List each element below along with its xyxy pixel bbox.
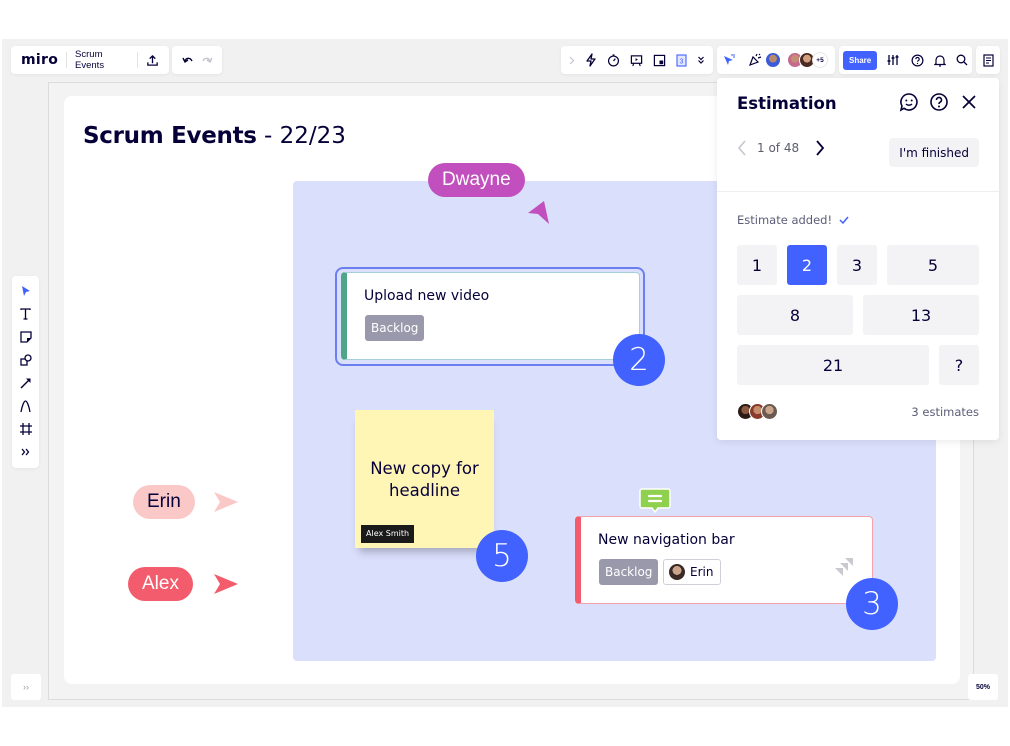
shapes-icon[interactable] <box>19 352 32 368</box>
notes-icon[interactable] <box>982 53 994 67</box>
cursor-label-dwayne: Dwayne <box>428 163 525 197</box>
panel-header-actions <box>899 92 979 112</box>
miro-logo[interactable]: miro <box>21 52 58 68</box>
settings-sliders-icon[interactable] <box>887 54 900 66</box>
collaborators-group: +5 <box>717 46 835 74</box>
chevron-right-icon[interactable] <box>569 56 575 65</box>
redo-icon[interactable] <box>201 55 213 65</box>
board-title-suffix: - 22/23 <box>256 123 346 149</box>
help-icon[interactable] <box>929 92 949 112</box>
estimate-option-3[interactable]: 3 <box>837 245 877 285</box>
undo-redo-group <box>172 46 222 74</box>
estimate-option-5[interactable]: 5 <box>887 245 979 285</box>
celebrate-icon[interactable] <box>748 53 762 67</box>
estimator-avatar <box>761 403 778 420</box>
chevrons-right-icon[interactable] <box>21 444 30 460</box>
cursor-pointer-erin <box>214 492 238 512</box>
estimate-option-2[interactable]: 2 <box>787 245 827 285</box>
estimate-summary: 3 estimates <box>737 403 979 420</box>
pen-icon[interactable] <box>20 398 31 414</box>
status-text: Estimate added! <box>737 213 833 227</box>
board-title-main: Scrum Events <box>83 123 257 149</box>
cursor-label-erin: Erin <box>133 485 195 519</box>
card-title: New navigation bar <box>598 532 735 548</box>
creation-toolbar <box>12 276 39 468</box>
item-pager: 1 of 48 <box>737 140 825 156</box>
lightning-icon[interactable] <box>585 53 597 67</box>
estimate-bubble: 5 <box>476 530 528 582</box>
feedback-icon[interactable] <box>899 92 919 112</box>
frame-image-icon[interactable] <box>653 54 666 67</box>
timer-icon[interactable] <box>607 53 620 67</box>
assignee-name: Erin <box>690 565 714 579</box>
card-upload-new-video[interactable]: Upload new video Backlog <box>341 272 640 360</box>
upload-icon[interactable] <box>146 54 159 67</box>
assignee-chip[interactable]: Erin <box>663 559 722 585</box>
previous-icon[interactable] <box>737 140 747 156</box>
sticky-author-tag: Alex Smith <box>361 525 415 543</box>
assignee-avatar <box>669 564 685 580</box>
share-button[interactable]: Share <box>843 50 878 70</box>
help-icon[interactable] <box>911 54 924 67</box>
arrow-icon[interactable] <box>20 375 32 391</box>
notes-panel-toggle[interactable] <box>976 46 1000 74</box>
undo-icon[interactable] <box>181 55 194 65</box>
estimate-option-1[interactable]: 1 <box>737 245 777 285</box>
collaborator-avatar[interactable] <box>765 52 781 68</box>
presentation-icon[interactable] <box>630 54 643 67</box>
collaboration-toolbar: 3 <box>561 46 713 74</box>
estimate-bubble: 2 <box>613 334 665 386</box>
board-title: Scrum Events - 22/23 <box>83 123 346 149</box>
cursor-label-alex: Alex <box>128 567 193 601</box>
more-collaborators-badge[interactable]: +5 <box>812 52 828 68</box>
zoom-level[interactable]: 50% <box>968 674 998 700</box>
card-title: Upload new video <box>364 288 490 304</box>
cursor-follow-icon[interactable] <box>723 54 736 66</box>
text-icon[interactable] <box>20 306 31 322</box>
estimate-option-21[interactable]: 21 <box>737 345 929 385</box>
close-icon[interactable] <box>959 92 979 112</box>
panel-title: Estimation <box>737 94 837 113</box>
card-new-navigation-bar[interactable]: New navigation bar Backlog Erin <box>575 516 873 604</box>
estimate-option-unknown[interactable]: ? <box>939 345 979 385</box>
checkmark-icon <box>839 216 849 224</box>
estimation-panel: Estimation 1 of 48 I'm finished Estimate… <box>717 78 999 440</box>
sticky-note-icon[interactable] <box>19 329 32 345</box>
status-badge[interactable]: Backlog <box>599 559 659 585</box>
chevrons-down-icon[interactable] <box>697 55 705 65</box>
divider <box>137 52 139 68</box>
bell-icon[interactable] <box>933 54 946 67</box>
cursor-pointer-alex <box>214 574 238 594</box>
expand-panel-button[interactable]: ›› <box>11 674 41 700</box>
estimates-count: 3 estimates <box>911 404 979 419</box>
divider <box>66 52 68 68</box>
sticky-note[interactable]: New copy for headline Alex Smith <box>355 410 494 548</box>
frame-icon[interactable] <box>19 421 32 437</box>
comment-icon[interactable] <box>639 488 671 514</box>
share-group: Share <box>839 46 972 74</box>
board-header: miro Scrum Events <box>11 46 169 74</box>
estimation-icon[interactable]: 3 <box>676 53 687 67</box>
estimate-status: Estimate added! <box>737 213 849 227</box>
estimate-option-8[interactable]: 8 <box>737 295 853 335</box>
estimator-avatars <box>737 403 778 420</box>
finished-button[interactable]: I'm finished <box>889 138 979 167</box>
estimate-option-13[interactable]: 13 <box>863 295 979 335</box>
search-icon[interactable] <box>956 54 968 66</box>
svg-text:3: 3 <box>680 58 684 65</box>
status-badge[interactable]: Backlog <box>365 315 425 341</box>
cursor-icon[interactable] <box>21 283 31 299</box>
pager-text: 1 of 48 <box>757 141 800 155</box>
next-icon[interactable] <box>815 140 825 156</box>
sticky-text: New copy for headline <box>370 459 479 500</box>
estimate-bubble: 3 <box>846 578 898 630</box>
divider <box>717 191 999 192</box>
jira-icon <box>835 558 853 576</box>
board-name[interactable]: Scrum Events <box>75 49 129 71</box>
cursor-pointer-dwayne <box>528 201 549 224</box>
